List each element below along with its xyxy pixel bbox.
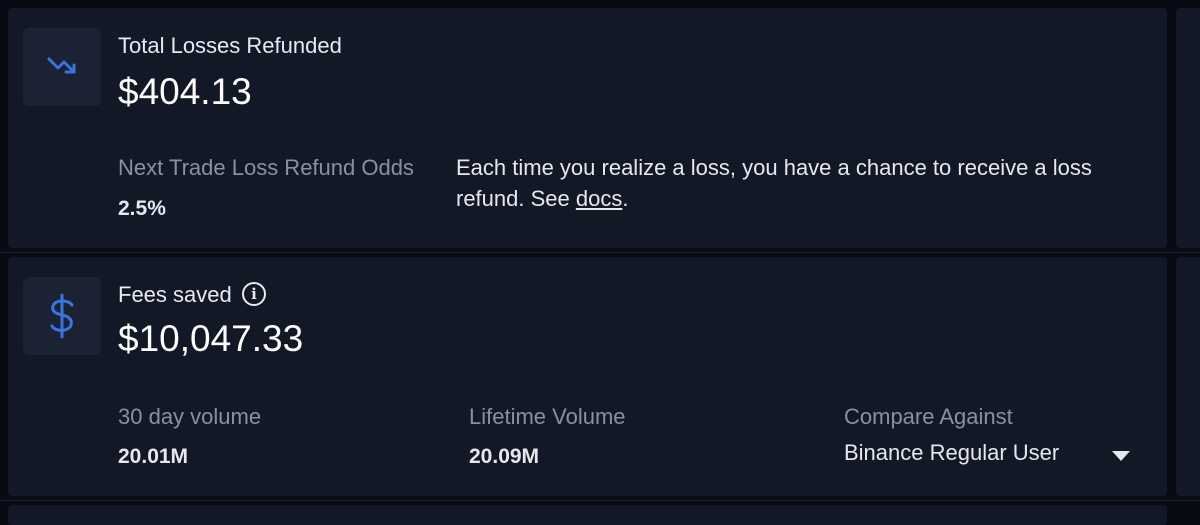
next-card bbox=[8, 505, 1167, 525]
info-icon[interactable]: i bbox=[242, 282, 266, 306]
losses-icon-box bbox=[23, 28, 101, 106]
compare-against-select[interactable]: Binance Regular User bbox=[844, 431, 1134, 471]
docs-link[interactable]: docs bbox=[576, 186, 622, 211]
refund-odds-value: 2.5% bbox=[118, 197, 166, 220]
card-title: Total Losses Refunded bbox=[118, 33, 342, 58]
compare-label: Compare Against bbox=[844, 404, 1013, 429]
stat-label: Lifetime Volume bbox=[469, 404, 626, 429]
refund-description: Each time you realize a loss, you have a… bbox=[456, 152, 1146, 214]
losses-refunded-card: Total Losses Refunded $404.13 Next Trade… bbox=[8, 8, 1167, 248]
trending-down-icon bbox=[47, 57, 76, 74]
background-divider bbox=[0, 500, 1200, 501]
compare-selected-value: Binance Regular User bbox=[844, 440, 1060, 465]
fees-saved-card: Fees saved i $10,047.33 30 day volume 20… bbox=[8, 257, 1167, 496]
refund-odds-label: Next Trade Loss Refund Odds bbox=[118, 155, 414, 180]
total-refunded-amount: $404.13 bbox=[118, 71, 252, 112]
refund-description-end: . bbox=[622, 186, 629, 211]
stat-label: 30 day volume bbox=[118, 404, 262, 429]
card-title: Fees saved bbox=[118, 282, 232, 307]
refund-description-text: Each time you realize a loss, you have a… bbox=[456, 155, 1092, 211]
dollar-icon bbox=[50, 293, 74, 339]
stat-value: 20.09M bbox=[469, 445, 540, 468]
side-panel bbox=[1176, 8, 1200, 248]
chevron-down-icon bbox=[1112, 451, 1130, 461]
background-divider bbox=[0, 252, 1200, 253]
stat-value: 20.01M bbox=[118, 445, 189, 468]
side-panel bbox=[1176, 257, 1200, 496]
fees-icon-box bbox=[23, 277, 101, 355]
fees-saved-amount: $10,047.33 bbox=[118, 318, 304, 359]
